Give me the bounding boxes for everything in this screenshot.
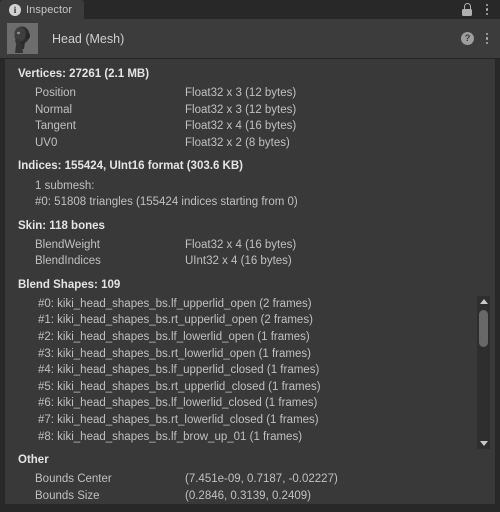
row-key: Position [35, 87, 76, 100]
blend-shapes-scroll-area[interactable]: #0: kiki_head_shapes_bs.lf_upperlid_open… [5, 295, 495, 449]
section-blend-shapes-title: Blend Shapes: 109 [18, 278, 121, 291]
section-indices: Indices: 155424, UInt16 format (303.6 KB… [5, 160, 495, 210]
tab-inspector[interactable]: i Inspector [0, 0, 85, 19]
table-row: Normal Float32 x 3 (12 bytes) [5, 102, 495, 119]
row-value: Float32 x 3 (12 bytes) [185, 87, 297, 100]
row-value: Float32 x 4 (16 bytes) [185, 120, 297, 133]
row-key: Bounds Size [35, 489, 100, 502]
row-value: Float32 x 4 (16 bytes) [185, 238, 297, 251]
list-item: #6: kiki_head_shapes_bs.lf_lowerlid_clos… [38, 397, 318, 410]
lock-icon[interactable] [461, 3, 473, 16]
row-key: Tangent [35, 120, 76, 133]
section-vertices: Vertices: 27261 (2.1 MB) Position Float3… [5, 68, 495, 151]
mesh-preview-thumbnail[interactable] [7, 23, 38, 54]
row-key: UV0 [35, 137, 58, 150]
row-value: (0.2846, 0.3139, 0.2409) [185, 489, 311, 502]
table-row: Position Float32 x 3 (12 bytes) [5, 85, 495, 102]
table-row: 1 submesh: [5, 177, 495, 194]
row-value: (7.451e-09, 0.7187, -0.02227) [185, 473, 338, 486]
row-key: Normal [35, 103, 73, 116]
row-key: 1 submesh: [35, 179, 95, 192]
list-item: #4: kiki_head_shapes_bs.lf_upperlid_clos… [38, 364, 320, 377]
object-header-actions: ? [461, 32, 500, 46]
row-key: BlendWeight [35, 238, 100, 251]
row-key: Bounds Center [35, 473, 112, 486]
info-icon: i [9, 3, 21, 16]
row-value: Float32 x 2 (8 bytes) [185, 137, 290, 150]
inspector-window: i Inspector Head (Mesh) ? Vertices: 2726… [0, 0, 500, 512]
section-other: Other Bounds Center (7.451e-09, 0.7187, … [5, 454, 495, 504]
table-row: Bounds Center (7.451e-09, 0.7187, -0.022… [5, 471, 495, 488]
section-blend-shapes: Blend Shapes: 109 #0: kiki_head_shapes_b… [5, 279, 495, 449]
row-key: BlendIndices [35, 255, 101, 268]
section-other-title: Other [18, 453, 49, 466]
table-row: Tangent Float32 x 4 (16 bytes) [5, 118, 495, 135]
table-row: Bounds Size (0.2846, 0.3139, 0.2409) [5, 487, 495, 504]
tab-bar-actions [461, 0, 500, 19]
table-row: #0: 51808 triangles (155424 indices star… [5, 194, 495, 211]
section-vertices-title: Vertices: 27261 (2.1 MB) [18, 68, 150, 80]
row-value: Float32 x 3 (12 bytes) [185, 103, 297, 116]
list-item: #5: kiki_head_shapes_bs.rt_upperlid_clos… [38, 380, 321, 393]
mesh-info-panel: Vertices: 27261 (2.1 MB) Position Float3… [5, 59, 495, 504]
page-title: Head (Mesh) [52, 31, 125, 46]
list-item: #3: kiki_head_shapes_bs.rt_lowerlid_open… [38, 347, 311, 360]
kebab-menu-icon[interactable] [481, 32, 493, 46]
list-item: #8: kiki_head_shapes_bs.lf_brow_up_01 (1… [38, 430, 303, 443]
list-item: #1: kiki_head_shapes_bs.rt_upperlid_open… [38, 314, 313, 327]
help-icon[interactable]: ? [461, 32, 474, 45]
list-item: #2: kiki_head_shapes_bs.lf_lowerlid_open… [38, 330, 310, 343]
scroll-thumb[interactable] [479, 309, 488, 347]
list-item: #0: kiki_head_shapes_bs.lf_upperlid_open… [38, 297, 312, 310]
scroll-up-arrow-icon[interactable] [479, 298, 488, 304]
head-mesh-icon [7, 23, 38, 54]
table-row: BlendIndices UInt32 x 4 (16 bytes) [5, 253, 495, 270]
table-row: UV0 Float32 x 2 (8 bytes) [5, 135, 495, 152]
kebab-menu-icon[interactable] [481, 3, 493, 17]
section-skin: Skin: 118 bones BlendWeight Float32 x 4 … [5, 220, 495, 270]
table-row: BlendWeight Float32 x 4 (16 bytes) [5, 237, 495, 254]
row-key: #0: 51808 triangles (155424 indices star… [35, 196, 298, 209]
section-skin-title: Skin: 118 bones [18, 219, 105, 232]
object-header: Head (Mesh) ? [0, 19, 500, 58]
blend-shapes-scrollbar[interactable] [477, 295, 490, 449]
tab-inspector-label: Inspector [26, 3, 73, 16]
list-item: #7: kiki_head_shapes_bs.rt_lowerlid_clos… [38, 413, 319, 426]
row-value: UInt32 x 4 (16 bytes) [185, 255, 292, 268]
tab-bar: i Inspector [0, 0, 500, 19]
scroll-down-arrow-icon[interactable] [479, 440, 488, 446]
section-indices-title: Indices: 155424, UInt16 format (303.6 KB… [18, 160, 243, 173]
